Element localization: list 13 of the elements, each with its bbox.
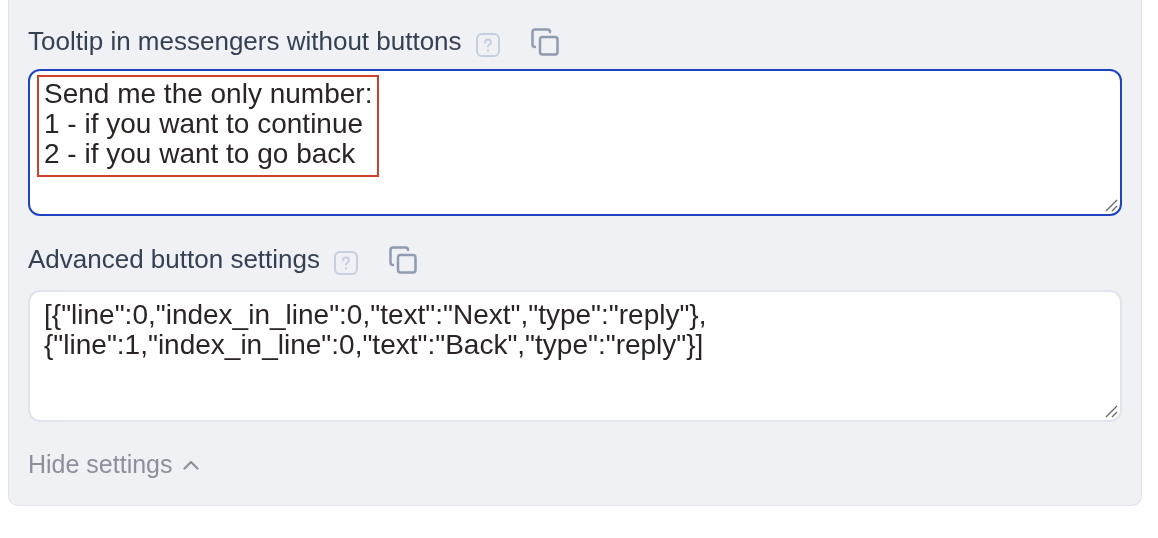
copy-icon[interactable] bbox=[529, 26, 560, 57]
resize-grip-icon[interactable] bbox=[1104, 404, 1118, 418]
chevron-up-icon bbox=[182, 459, 199, 470]
copy-icon[interactable] bbox=[388, 244, 418, 275]
text-area[interactable]: Send me the only number: 1 - if you want to continue 2 - if you want to go back bbox=[28, 69, 1122, 217]
highlighted-text: Send me the only number: 1 - if you want to continue 2 - if you want to go back bbox=[37, 75, 380, 177]
text-area[interactable]: [{"line":0,"index_in_line":0,"text":"Next","type":"reply"}, {"line":1,"index_in_line":0,"text":"Back","type":"reply"}] bbox=[28, 290, 1122, 422]
field-text: [{"line":0,"index_in_line":0,"text":"Next","type":"reply"}, {"line":1,"index_in_line":0,"text":"Back","type":"reply"}] bbox=[43, 298, 708, 363]
field-label: Advanced button settings bbox=[28, 244, 320, 276]
help-icon[interactable] bbox=[475, 32, 500, 57]
field-label: Tooltip in messengers without buttons bbox=[28, 26, 462, 57]
resize-grip-icon[interactable] bbox=[1104, 198, 1118, 213]
help-icon[interactable] bbox=[334, 250, 358, 275]
